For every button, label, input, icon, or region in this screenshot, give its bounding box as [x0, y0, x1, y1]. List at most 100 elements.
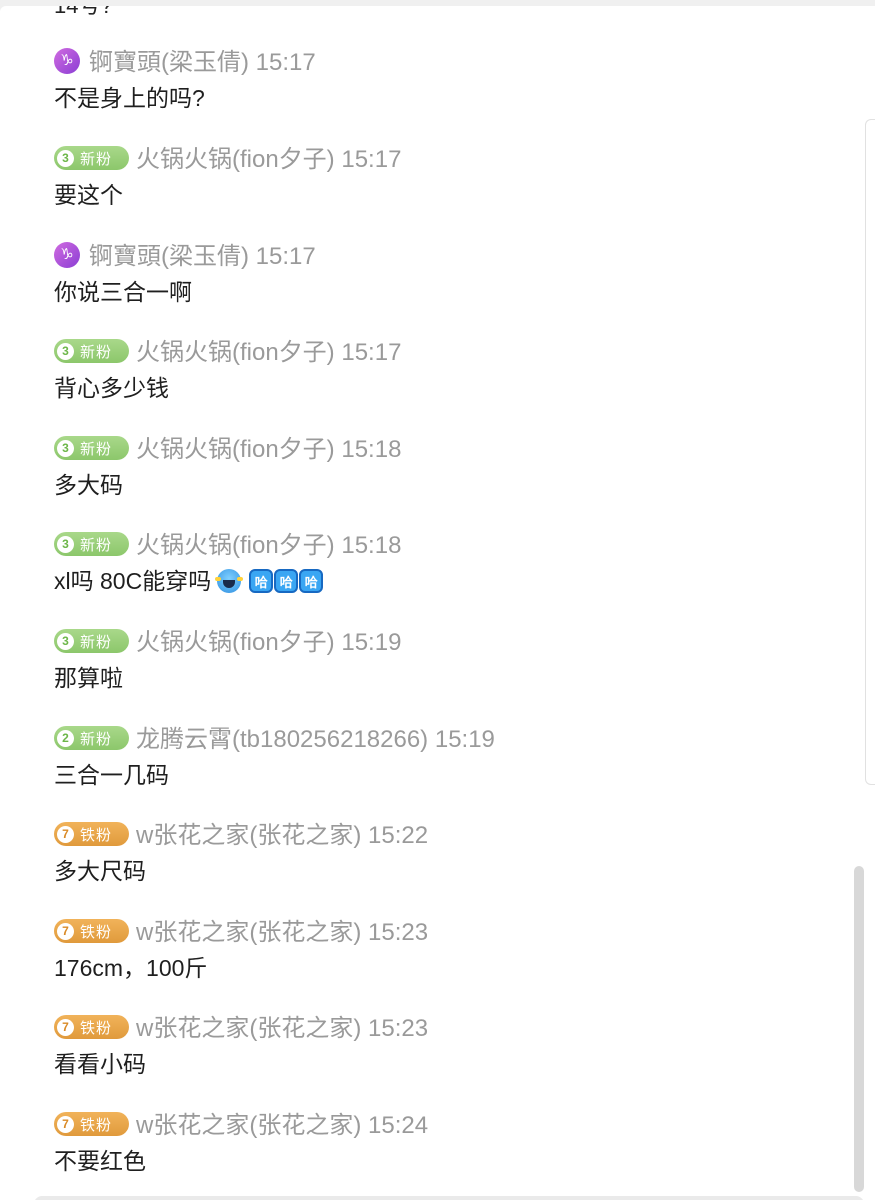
fan-level: 3 — [57, 439, 74, 457]
fan-badge-label: 新粉 — [80, 633, 113, 651]
message-meta: 3 新粉 火锅火锅(fion夕子) 15:17 — [54, 338, 834, 368]
fan-badge: 7 铁粉 — [54, 1015, 129, 1039]
message-username[interactable]: w张花之家(张花之家) 15:22 — [136, 821, 428, 851]
message-meta: ♑ 锕寶頭(梁玉倩) 15:17 — [54, 48, 834, 78]
message-meta: 7 铁粉 w张花之家(张花之家) 15:23 — [54, 918, 834, 948]
fan-badge-label: 新粉 — [80, 150, 113, 168]
fan-level: 2 — [57, 729, 74, 747]
message-text: 那算啦 — [54, 665, 123, 691]
fan-badge: 7 铁粉 — [54, 919, 129, 943]
message-text: 不要红色 — [54, 1148, 146, 1174]
fan-level: 7 — [57, 825, 74, 843]
fan-level: 7 — [57, 1115, 74, 1133]
message-text: 看看小码 — [54, 1051, 146, 1077]
side-panel-edge — [865, 119, 875, 785]
message-time: 15:19 — [434, 726, 495, 753]
message-time: 15:18 — [341, 436, 402, 463]
zodiac-capricorn-icon: ♑ — [54, 48, 80, 74]
fan-badge-label: 新粉 — [80, 343, 113, 361]
message-username[interactable]: 锕寶頭(梁玉倩) 15:17 — [89, 48, 316, 78]
zodiac-capricorn-icon: ♑ — [54, 242, 80, 268]
message-text: 背心多少钱 — [54, 375, 169, 401]
fan-badge: 3 新粉 — [54, 146, 129, 170]
message-username[interactable]: 火锅火锅(fion夕子) 15:17 — [136, 145, 401, 175]
message-meta: 2 新粉 龙腾云霄(tb180256218266) 15:19 — [54, 725, 834, 755]
chat-message[interactable]: 3 新粉 火锅火锅(fion夕子) 15:19 那算啦 — [54, 628, 834, 693]
message-meta: 3 新粉 火锅火锅(fion夕子) 15:18 — [54, 435, 834, 465]
chat-message[interactable]: 7 铁粉 w张花之家(张花之家) 15:24 不要红色 — [54, 1111, 834, 1176]
fan-badge: 2 新粉 — [54, 726, 129, 750]
message-meta: 3 新粉 火锅火锅(fion夕子) 15:19 — [54, 628, 834, 658]
fan-badge-label: 新粉 — [80, 730, 113, 748]
message-text: 不是身上的吗? — [54, 85, 205, 111]
chat-message[interactable]: 3 新粉 火锅火锅(fion夕子) 15:18 多大码 — [54, 435, 834, 500]
message-text: 三合一几码 — [54, 762, 169, 788]
message-meta: 7 铁粉 w张花之家(张花之家) 15:23 — [54, 1014, 834, 1044]
message-time: 15:17 — [341, 339, 402, 366]
message-time: 15:18 — [341, 532, 402, 559]
fan-badge: 7 铁粉 — [54, 1112, 129, 1136]
fan-badge-label: 新粉 — [80, 536, 113, 554]
fan-badge-label: 铁粉 — [80, 826, 113, 844]
fan-level: 3 — [57, 535, 74, 553]
clipped-message-text: 14号? — [54, 6, 113, 18]
fan-level: 7 — [57, 1018, 74, 1036]
fan-badge: 3 新粉 — [54, 532, 129, 556]
message-meta: 7 铁粉 w张花之家(张花之家) 15:22 — [54, 821, 834, 851]
fan-level: 3 — [57, 342, 74, 360]
laughing-crying-emoji — [215, 568, 244, 594]
chat-message[interactable]: 3 新粉 火锅火锅(fion夕子) 15:17 背心多少钱 — [54, 338, 834, 403]
message-username[interactable]: w张花之家(张花之家) 15:24 — [136, 1111, 428, 1141]
input-bar-edge[interactable] — [34, 1196, 864, 1200]
message-username[interactable]: 火锅火锅(fion夕子) 15:18 — [136, 531, 401, 561]
chat-message[interactable]: 3 新粉 火锅火锅(fion夕子) 15:17 要这个 — [54, 145, 834, 210]
message-text: 176cm，100斤 — [54, 955, 208, 981]
chat-message[interactable]: 7 铁粉 w张花之家(张花之家) 15:22 多大尺码 — [54, 821, 834, 886]
message-meta: 3 新粉 火锅火锅(fion夕子) 15:17 — [54, 145, 834, 175]
message-text: 多大码 — [54, 472, 123, 498]
fan-level: 3 — [57, 149, 74, 167]
message-username[interactable]: 火锅火锅(fion夕子) 15:17 — [136, 338, 401, 368]
message-time: 15:17 — [341, 146, 402, 173]
message-username[interactable]: 锕寶頭(梁玉倩) 15:17 — [89, 242, 316, 272]
fan-badge-label: 铁粉 — [80, 923, 113, 941]
fan-level: 3 — [57, 632, 74, 650]
chat-message[interactable]: ♑ 锕寶頭(梁玉倩) 15:17 你说三合一啊 — [54, 242, 834, 307]
message-username[interactable]: w张花之家(张花之家) 15:23 — [136, 918, 428, 948]
message-text: 你说三合一啊 — [54, 279, 192, 305]
message-text: 要这个 — [54, 182, 123, 208]
message-time: 15:19 — [341, 629, 402, 656]
chat-message[interactable]: 2 新粉 龙腾云霄(tb180256218266) 15:19 三合一几码 — [54, 725, 834, 790]
message-meta: 3 新粉 火锅火锅(fion夕子) 15:18 — [54, 531, 834, 561]
message-time: 15:17 — [255, 243, 316, 270]
fan-badge: 7 铁粉 — [54, 822, 129, 846]
chat-message[interactable]: 7 铁粉 w张花之家(张花之家) 15:23 176cm，100斤 — [54, 918, 834, 983]
message-time: 15:24 — [368, 1112, 429, 1139]
message-time: 15:23 — [368, 1015, 429, 1042]
message-text: 多大尺码 — [54, 858, 146, 884]
message-username[interactable]: 龙腾云霄(tb180256218266) 15:19 — [136, 725, 495, 755]
chat-message[interactable]: 7 铁粉 w张花之家(张花之家) 15:23 看看小码 — [54, 1014, 834, 1079]
message-time: 15:22 — [368, 822, 429, 849]
hahaha-sticker-emoji: 哈哈哈 — [249, 569, 324, 593]
message-meta: 7 铁粉 w张花之家(张花之家) 15:24 — [54, 1111, 834, 1141]
fan-badge-label: 铁粉 — [80, 1019, 113, 1037]
chat-panel: 14号? ♑ 锕寶頭(梁玉倩) 15:17 不是身上的吗? 3 新粉 火锅火锅(f… — [0, 6, 875, 1200]
fan-badge: 3 新粉 — [54, 629, 129, 653]
message-time: 15:17 — [255, 49, 316, 76]
chat-message[interactable]: ♑ 锕寶頭(梁玉倩) 15:17 不是身上的吗? — [54, 48, 834, 113]
fan-badge: 3 新粉 — [54, 436, 129, 460]
message-text: xl吗 80C能穿吗 哈哈哈 — [54, 566, 834, 596]
message-meta: ♑ 锕寶頭(梁玉倩) 15:17 — [54, 242, 834, 272]
message-text-content: xl吗 80C能穿吗 — [54, 568, 212, 594]
message-username[interactable]: w张花之家(张花之家) 15:23 — [136, 1014, 428, 1044]
fan-badge-label: 新粉 — [80, 440, 113, 458]
chat-message[interactable]: 3 新粉 火锅火锅(fion夕子) 15:18 xl吗 80C能穿吗 哈哈哈 — [54, 531, 834, 596]
scrollbar-thumb[interactable] — [854, 866, 864, 1192]
fan-badge-label: 铁粉 — [80, 1116, 113, 1134]
message-username[interactable]: 火锅火锅(fion夕子) 15:19 — [136, 628, 401, 658]
message-username[interactable]: 火锅火锅(fion夕子) 15:18 — [136, 435, 401, 465]
fan-level: 7 — [57, 922, 74, 940]
fan-badge: 3 新粉 — [54, 339, 129, 363]
message-time: 15:23 — [368, 919, 429, 946]
